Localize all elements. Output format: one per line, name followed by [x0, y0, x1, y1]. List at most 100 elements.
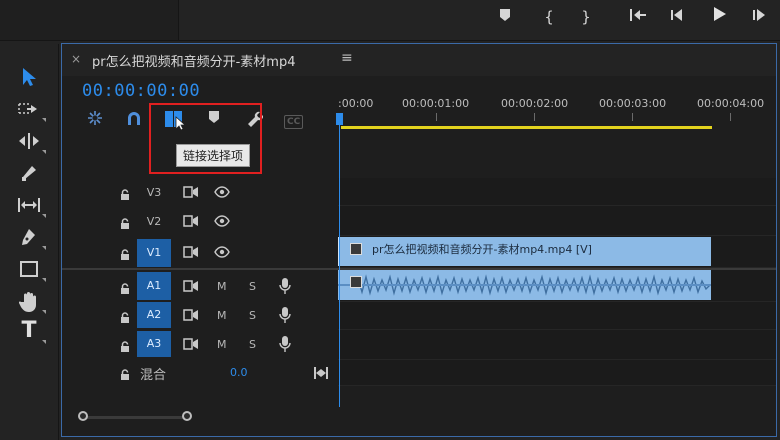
audio-clip[interactable] — [338, 270, 711, 300]
microphone-icon[interactable] — [279, 335, 291, 356]
waveform-graphic — [338, 274, 711, 296]
track-lane-a3[interactable] — [338, 330, 776, 360]
snap-button[interactable] — [86, 109, 104, 127]
track-lane-v2[interactable] — [338, 206, 776, 236]
linked-selection-button[interactable] — [125, 109, 143, 127]
track-label-v1[interactable]: V1 — [137, 239, 171, 267]
lock-icon[interactable] — [119, 280, 131, 294]
hand-tool[interactable] — [12, 286, 46, 316]
panel-menu-button[interactable]: ≡ — [341, 50, 353, 66]
track-select-tool[interactable] — [12, 94, 46, 124]
ruler-tick — [534, 113, 535, 121]
lock-icon[interactable] — [119, 309, 131, 323]
hand-icon — [18, 292, 36, 312]
video-clip-label: pr怎么把视频和音频分开-素材mp4.mp4 [V] — [372, 243, 592, 256]
track-lane-a2[interactable] — [338, 302, 776, 330]
linked-selection-icon — [128, 112, 140, 125]
rectangle-icon — [20, 261, 38, 277]
playhead-line[interactable] — [339, 125, 340, 407]
lock-icon[interactable] — [119, 186, 131, 200]
sync-lock-icon[interactable] — [183, 309, 199, 324]
sequence-tab-title[interactable]: pr怎么把视频和音频分开-素材mp4 — [92, 51, 295, 70]
work-area-bar[interactable] — [341, 126, 712, 129]
mute-button[interactable]: M — [217, 309, 227, 322]
track-label-v2[interactable]: V2 — [137, 209, 171, 235]
solo-button[interactable]: S — [249, 280, 256, 293]
eye-icon[interactable] — [214, 186, 230, 201]
ruler-tick — [632, 113, 633, 121]
sync-lock-icon[interactable] — [183, 215, 199, 230]
tool-options-icon — [42, 246, 46, 250]
sync-lock-icon[interactable] — [183, 280, 199, 295]
go-to-in-icon — [630, 9, 646, 21]
solo-button[interactable]: S — [249, 338, 256, 351]
fx-badge-icon — [350, 276, 362, 288]
step-forward-button[interactable] — [750, 6, 770, 28]
type-icon: T — [21, 318, 37, 343]
ruler-label: 00:00:03:00 — [599, 97, 667, 110]
playhead-handle[interactable] — [336, 113, 343, 125]
solo-button[interactable]: S — [249, 309, 256, 322]
fx-badge-icon — [350, 243, 362, 255]
selection-tool[interactable] — [12, 62, 46, 92]
pen-tool[interactable] — [12, 222, 46, 252]
mark-in-button[interactable]: { — [542, 6, 556, 28]
track-label-a2[interactable]: A2 — [137, 302, 171, 328]
header-divider — [62, 268, 338, 270]
playhead-timecode[interactable]: 00:00:00:00 — [82, 81, 200, 101]
tool-options-icon — [42, 150, 46, 154]
mix-volume-value[interactable]: 0.0 — [230, 366, 248, 379]
sync-lock-icon[interactable] — [183, 338, 199, 353]
eye-icon[interactable] — [214, 246, 230, 261]
type-tool[interactable]: T — [12, 316, 46, 346]
sync-lock-icon[interactable] — [183, 246, 199, 261]
close-tab-button[interactable]: × — [71, 52, 81, 66]
zoom-scrollbar[interactable] — [80, 416, 190, 419]
captions-button[interactable]: CC — [284, 109, 304, 129]
step-back-icon — [671, 9, 682, 21]
zoom-scrollbar-left-handle[interactable] — [78, 411, 88, 421]
sync-lock-icon[interactable] — [183, 186, 199, 201]
tool-options-icon — [42, 310, 46, 314]
mute-button[interactable]: M — [217, 280, 227, 293]
ripple-edit-icon — [19, 133, 39, 149]
lock-icon[interactable] — [119, 366, 131, 380]
rectangle-tool[interactable] — [12, 254, 46, 284]
mix-track-label: 混合 — [140, 368, 167, 383]
top-left-panel — [0, 0, 179, 40]
play-button[interactable] — [709, 6, 729, 28]
add-marker-icon — [500, 9, 510, 21]
lock-icon[interactable] — [119, 246, 131, 260]
track-lane-mix — [338, 360, 776, 386]
step-back-button[interactable] — [668, 6, 688, 28]
add-marker-button[interactable] — [498, 6, 512, 28]
tool-options-icon — [42, 118, 46, 122]
slip-icon — [18, 198, 40, 212]
mark-out-button[interactable]: } — [579, 6, 593, 28]
lock-icon[interactable] — [119, 215, 131, 229]
tool-options-icon — [42, 278, 46, 282]
ruler-tick — [730, 113, 731, 121]
eye-icon[interactable] — [214, 215, 230, 230]
captions-icon: CC — [284, 115, 304, 129]
track-label-a1[interactable]: A1 — [137, 272, 171, 300]
track-label-a3[interactable]: A3 — [137, 331, 171, 357]
play-icon — [714, 7, 726, 21]
lock-icon[interactable] — [119, 338, 131, 352]
tool-options-icon — [42, 340, 46, 344]
pen-icon — [22, 229, 35, 245]
zoom-scrollbar-right-handle[interactable] — [182, 411, 192, 421]
ruler-tick — [436, 113, 437, 121]
track-lane-v3[interactable] — [338, 178, 776, 206]
mark-in-icon: { — [544, 8, 554, 26]
ruler-label: 00:00:04:00 — [697, 97, 765, 110]
mute-button[interactable]: M — [217, 338, 227, 351]
razor-tool[interactable] — [12, 158, 46, 188]
slip-tool[interactable] — [12, 190, 46, 220]
go-to-in-button[interactable] — [628, 6, 648, 28]
ripple-edit-tool[interactable] — [12, 126, 46, 156]
microphone-icon[interactable] — [279, 277, 291, 298]
go-to-end-icon[interactable] — [314, 364, 328, 383]
microphone-icon[interactable] — [279, 306, 291, 327]
track-label-v3[interactable]: V3 — [137, 180, 171, 206]
